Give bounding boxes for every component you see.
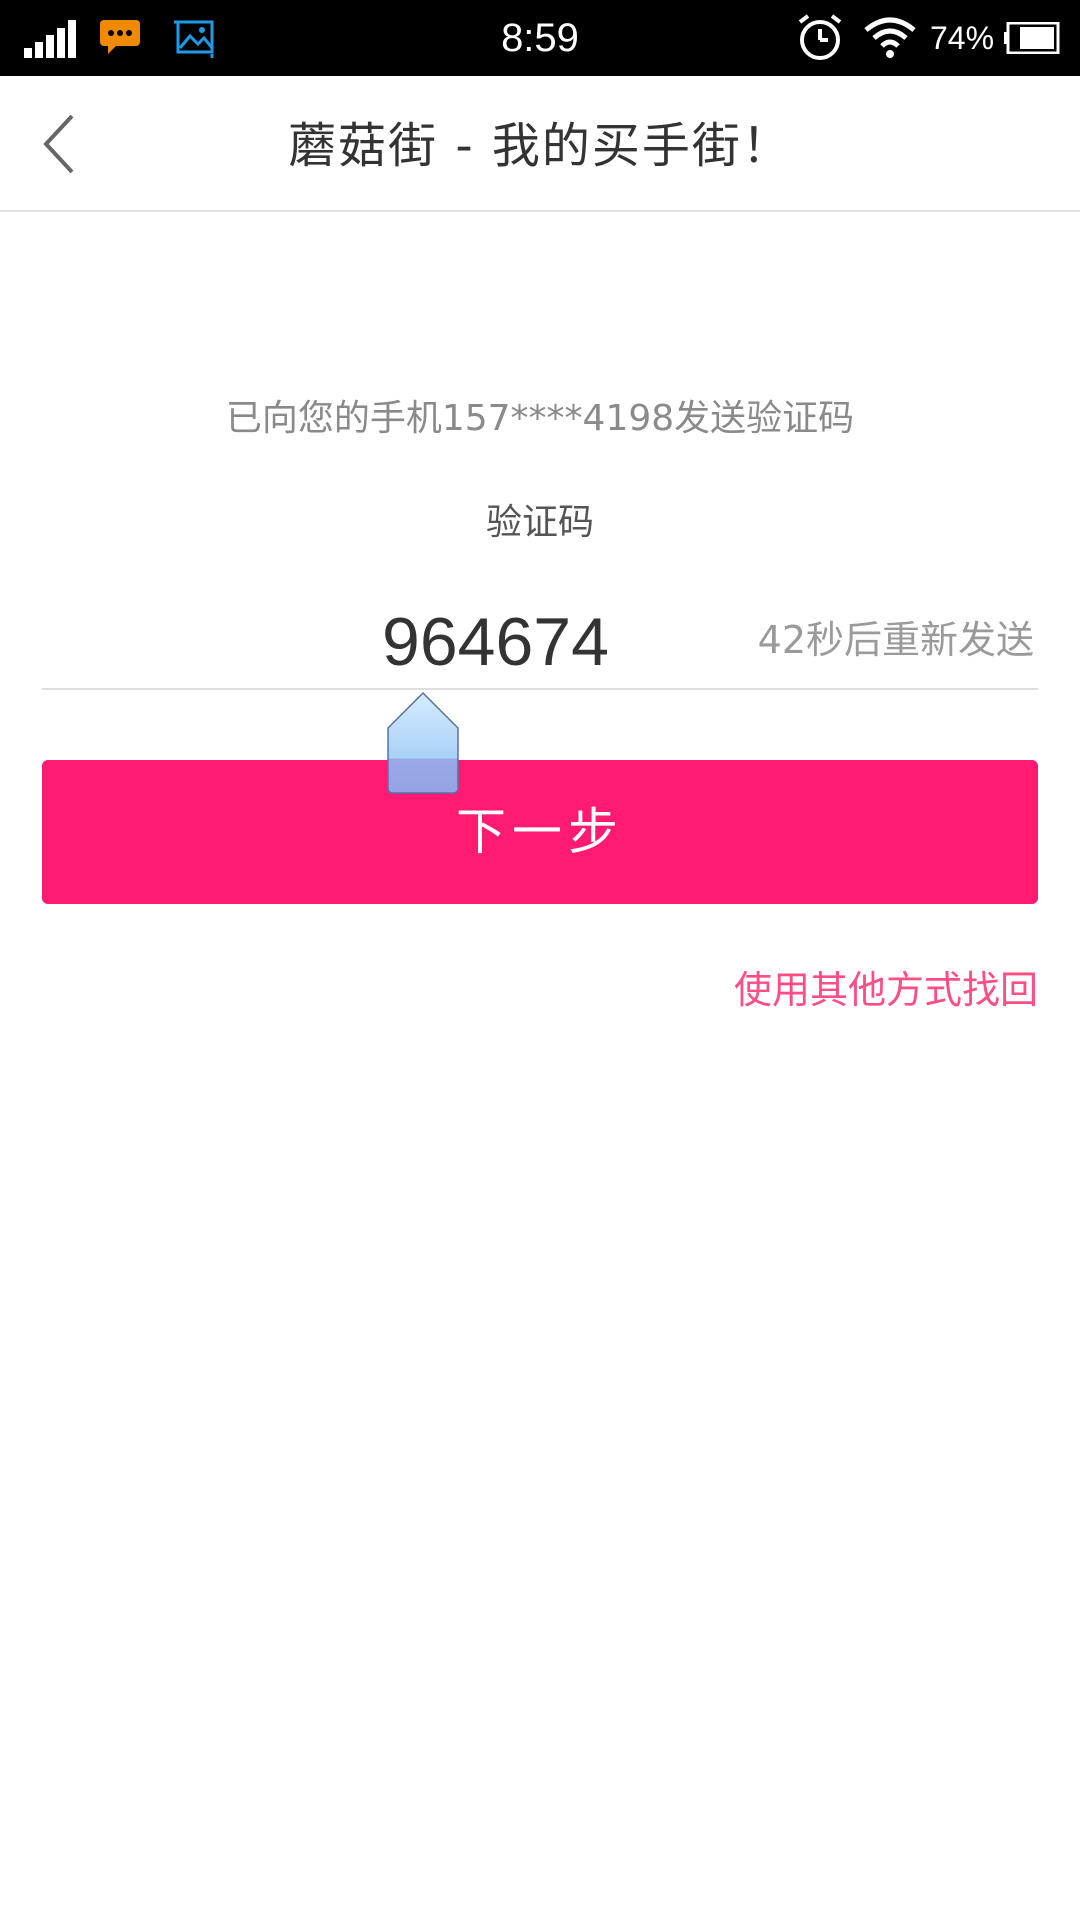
back-button[interactable] (22, 102, 102, 182)
verification-code-input[interactable]: 964674 (382, 602, 782, 682)
status-bar: 8:59 74% (0, 0, 1080, 76)
verification-code-field[interactable]: 964674 42秒后重新发送 (42, 590, 1038, 690)
code-label: 验证码 (485, 502, 594, 543)
nav-bar: 蘑菇街 - 我的买手街！ (0, 76, 1080, 212)
text-cursor-handle[interactable] (387, 692, 459, 794)
battery-icon (1004, 22, 1060, 54)
sms-sent-hint: 已向您的手机157****4198发送验证码 (225, 398, 855, 439)
status-time: 8:59 (501, 16, 579, 60)
other-recovery-link[interactable]: 使用其他方式找回 (734, 966, 1038, 1014)
screen: 8:59 74% 蘑菇街 - 我的买手街！ 已向您的手机157****4198发… (0, 0, 1080, 1920)
page-title: 蘑菇街 - 我的买手街！ (288, 118, 792, 174)
wifi-icon (864, 17, 916, 58)
alarm-icon (798, 14, 842, 60)
battery-percent: 74% (930, 20, 995, 56)
chevron-left-icon (43, 114, 74, 174)
next-step-button[interactable]: 下一步 (42, 760, 1038, 904)
resend-countdown-button[interactable]: 42秒后重新发送 (758, 616, 1034, 664)
